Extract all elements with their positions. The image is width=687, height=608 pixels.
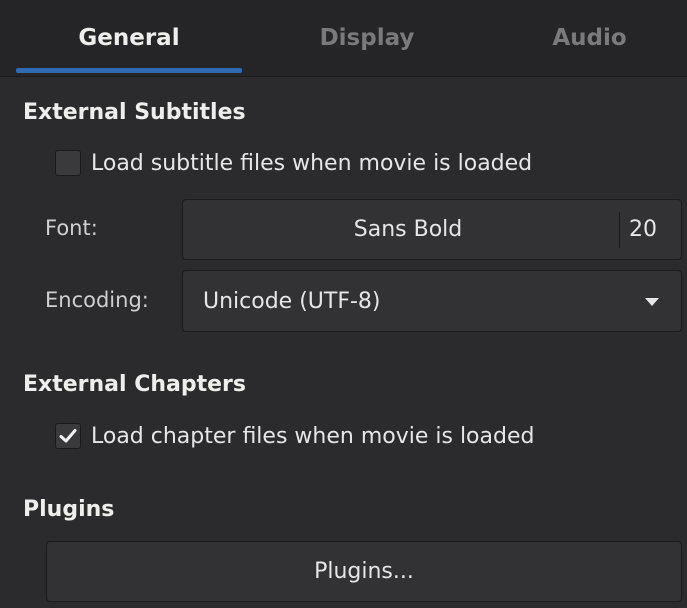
encoding-value: Unicode (UTF-8) (203, 288, 381, 314)
tab-general[interactable]: General (16, 0, 242, 76)
font-separator (619, 212, 620, 248)
encoding-label: Encoding: (45, 288, 149, 312)
encoding-dropdown[interactable]: Unicode (UTF-8) (182, 270, 682, 332)
load-subtitles-row[interactable]: Load subtitle files when movie is loaded (55, 150, 532, 176)
font-size: 20 (629, 217, 657, 242)
tab-bar: General Display Audio (0, 0, 687, 77)
load-chapters-row[interactable]: Load chapter files when movie is loaded (55, 423, 534, 449)
load-subtitles-label: Load subtitle files when movie is loaded (91, 150, 533, 176)
plugins-heading: Plugins (23, 497, 115, 522)
external-subtitles-heading: External Subtitles (23, 100, 246, 125)
active-tab-indicator (16, 68, 242, 73)
triangle-down-icon (645, 298, 659, 306)
load-chapters-checkbox[interactable] (55, 423, 81, 449)
tab-audio[interactable]: Audio (492, 0, 687, 76)
external-chapters-heading: External Chapters (23, 372, 246, 397)
plugins-button[interactable]: Plugins... (46, 541, 682, 602)
font-label: Font: (45, 216, 98, 240)
font-name: Sans Bold (353, 217, 463, 242)
preferences-dialog: General Display Audio External Subtitles… (0, 0, 687, 608)
tab-display[interactable]: Display (242, 0, 492, 76)
load-subtitles-checkbox[interactable] (55, 150, 81, 176)
checkmark-icon (59, 429, 77, 443)
load-chapters-label: Load chapter files when movie is loaded (91, 423, 535, 449)
font-chooser-button[interactable]: Sans Bold 20 (182, 199, 682, 260)
